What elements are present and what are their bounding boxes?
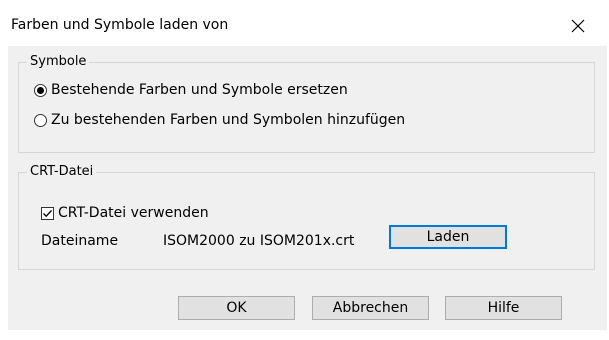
radio-add[interactable]: Zu bestehenden Farben und Symbolen hinzu… (34, 110, 405, 130)
use-crt-checkbox-indicator[interactable] (41, 206, 54, 220)
load-button[interactable]: Laden (389, 225, 507, 249)
cancel-button[interactable]: Abbrechen (312, 296, 429, 320)
symbole-group-legend: Symbole (27, 54, 90, 70)
use-crt-label: CRT-Datei verwenden (58, 205, 209, 221)
checkmark-icon (43, 209, 52, 217)
radio-replace-label: Bestehende Farben und Symbole ersetzen (51, 82, 348, 98)
close-button[interactable] (566, 14, 590, 38)
radio-add-label: Zu bestehenden Farben und Symbolen hinzu… (51, 112, 406, 128)
filename-value: ISOM2000 zu ISOM201x.crt (163, 233, 355, 249)
dialog-bottom-edge (8, 330, 607, 340)
dialog-title: Farben und Symbole laden von (11, 17, 229, 33)
title-bar: Farben und Symbole laden von (0, 0, 609, 50)
symbole-group: Symbole (18, 54, 595, 153)
help-button[interactable]: Hilfe (445, 296, 562, 320)
ok-button[interactable]: OK (178, 296, 295, 320)
filename-label: Dateiname (41, 233, 119, 249)
radio-replace[interactable]: Bestehende Farben und Symbole ersetzen (34, 80, 348, 100)
load-colors-symbols-dialog: Farben und Symbole laden von Symbole Bes… (0, 0, 609, 340)
close-icon (571, 19, 585, 33)
crt-group-legend: CRT-Datei (27, 164, 97, 180)
radio-add-indicator[interactable] (34, 113, 47, 127)
dialog-client-area: Symbole Bestehende Farben und Symbole er… (8, 46, 607, 330)
radio-replace-indicator[interactable] (34, 83, 47, 97)
use-crt-checkbox[interactable]: CRT-Datei verwenden (41, 203, 209, 223)
